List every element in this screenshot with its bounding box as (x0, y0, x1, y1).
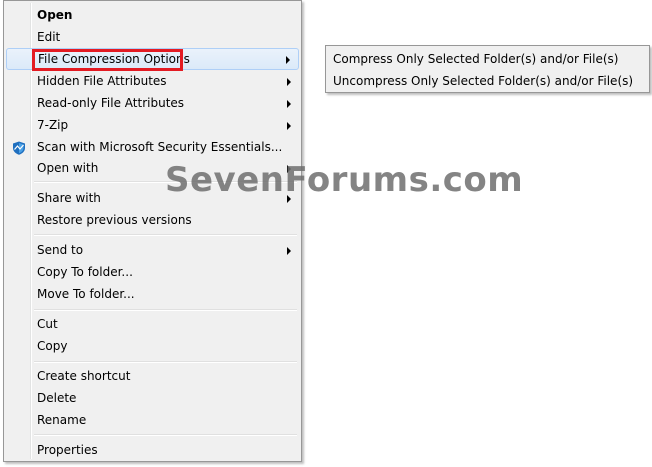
menu-item-label: Properties (37, 443, 98, 457)
menu-item-label: 7-Zip (37, 118, 69, 132)
menu-separator (34, 309, 297, 311)
menu-item-label: Restore previous versions (37, 213, 192, 227)
watermark: SevenForums.com (165, 160, 524, 200)
menu-item-restore-previous-versions[interactable]: Restore previous versions (6, 209, 299, 231)
menu-item-move-to-folder[interactable]: Move To folder... (6, 283, 299, 305)
menu-separator (34, 234, 297, 236)
context-menu: Open Edit File Compression Options Hidde… (3, 0, 302, 462)
menu-item-label: Send to (37, 243, 84, 257)
submenu-item-compress[interactable]: Compress Only Selected Folder(s) and/or … (328, 48, 647, 70)
file-compression-submenu: Compress Only Selected Folder(s) and/or … (325, 45, 650, 93)
menu-item-label: Share with (37, 191, 101, 205)
menu-item-cut[interactable]: Cut (6, 313, 299, 335)
menu-item-read-only-file-attributes[interactable]: Read-only File Attributes (6, 92, 299, 114)
menu-item-label: Cut (37, 317, 58, 331)
shield-icon (13, 141, 25, 155)
menu-item-label: Rename (37, 413, 87, 427)
submenu-item-label: Compress Only Selected Folder(s) and/or … (333, 52, 619, 66)
menu-item-label: Delete (37, 391, 77, 405)
menu-item-label: Hidden File Attributes (37, 74, 167, 88)
menu-item-label: Open (37, 8, 73, 22)
menu-item-rename[interactable]: Rename (6, 409, 299, 431)
annotation-highlight-box (32, 49, 183, 71)
menu-item-7-zip[interactable]: 7-Zip (6, 114, 299, 136)
chevron-right-icon (287, 100, 291, 108)
menu-separator (34, 361, 297, 363)
submenu-item-label: Uncompress Only Selected Folder(s) and/o… (333, 74, 634, 88)
menu-item-label: Open with (37, 161, 99, 175)
submenu-item-uncompress[interactable]: Uncompress Only Selected Folder(s) and/o… (328, 70, 647, 92)
chevron-right-icon (286, 56, 290, 64)
menu-item-scan-security-essentials[interactable]: Scan with Microsoft Security Essentials.… (6, 136, 299, 158)
menu-item-label: Move To folder... (37, 287, 135, 301)
menu-item-label: Copy (37, 339, 68, 353)
menu-item-open[interactable]: Open (6, 4, 299, 26)
menu-item-copy[interactable]: Copy (6, 335, 299, 357)
chevron-right-icon (287, 122, 291, 130)
menu-item-label: Edit (37, 30, 61, 44)
menu-item-label: Create shortcut (37, 369, 131, 383)
menu-item-label: Copy To folder... (37, 265, 133, 279)
menu-item-hidden-file-attributes[interactable]: Hidden File Attributes (6, 70, 299, 92)
chevron-right-icon (287, 247, 291, 255)
menu-item-send-to[interactable]: Send to (6, 239, 299, 261)
menu-item-delete[interactable]: Delete (6, 387, 299, 409)
menu-item-copy-to-folder[interactable]: Copy To folder... (6, 261, 299, 283)
menu-item-create-shortcut[interactable]: Create shortcut (6, 365, 299, 387)
menu-item-properties[interactable]: Properties (6, 439, 299, 461)
menu-item-label: Read-only File Attributes (37, 96, 185, 110)
menu-item-label: Scan with Microsoft Security Essentials.… (37, 140, 283, 154)
chevron-right-icon (287, 78, 291, 86)
menu-separator (34, 434, 297, 436)
menu-item-edit[interactable]: Edit (6, 26, 299, 48)
